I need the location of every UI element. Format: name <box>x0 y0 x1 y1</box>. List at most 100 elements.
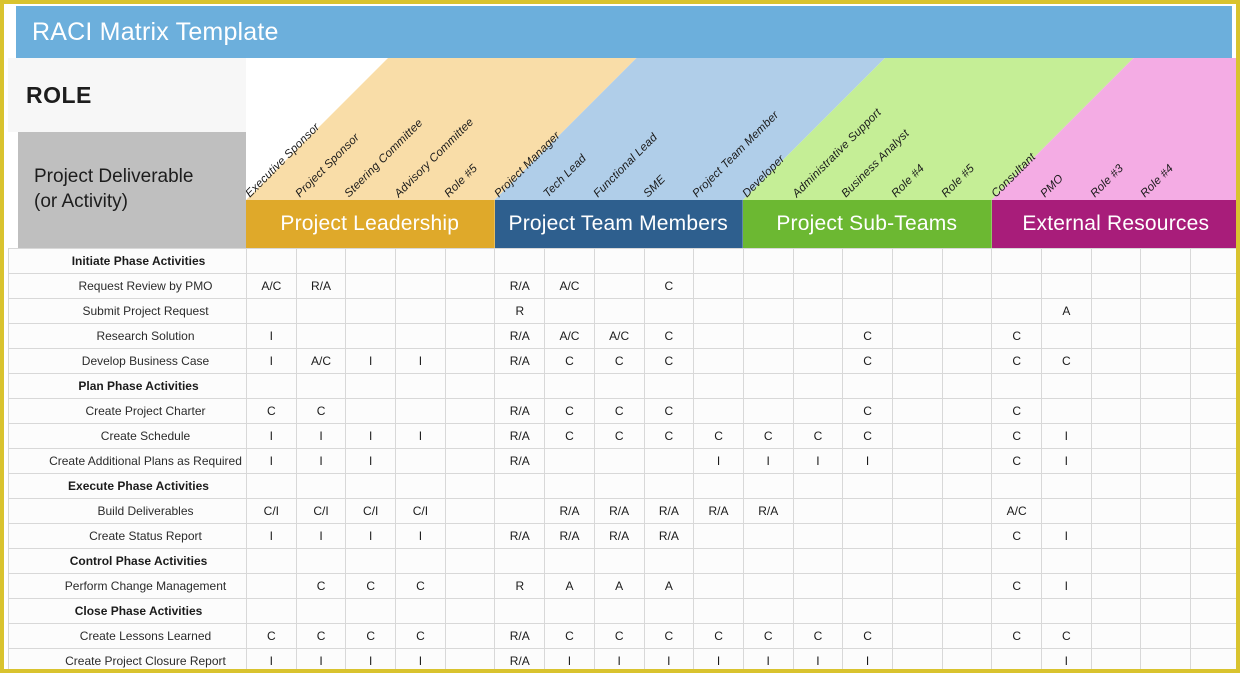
raci-cell[interactable] <box>444 548 496 574</box>
activity-label-cell[interactable]: Create Project Closure Report <box>8 648 247 669</box>
raci-cell[interactable] <box>1140 548 1192 574</box>
raci-cell[interactable] <box>1041 398 1092 424</box>
raci-cell[interactable]: C <box>345 573 397 599</box>
raci-cell[interactable]: I <box>395 523 446 549</box>
raci-cell[interactable]: C <box>1041 348 1092 374</box>
raci-cell[interactable]: C <box>593 623 645 649</box>
raci-cell[interactable] <box>444 398 496 424</box>
raci-cell[interactable]: R/A <box>494 523 546 549</box>
raci-cell[interactable] <box>941 348 993 374</box>
raci-cell[interactable] <box>345 298 397 324</box>
raci-cell[interactable]: C <box>295 623 347 649</box>
raci-cell[interactable] <box>1041 548 1092 574</box>
raci-cell[interactable] <box>345 398 397 424</box>
raci-cell[interactable] <box>345 323 397 349</box>
raci-cell[interactable]: C <box>395 573 446 599</box>
raci-cell[interactable] <box>444 323 496 349</box>
raci-cell[interactable]: C <box>842 398 893 424</box>
raci-cell[interactable]: C <box>991 398 1042 424</box>
raci-cell[interactable] <box>891 573 943 599</box>
raci-cell[interactable]: A/C <box>593 323 645 349</box>
raci-cell[interactable]: C <box>792 423 844 449</box>
raci-cell[interactable] <box>941 498 993 524</box>
activity-row[interactable]: Create Project Charter C C R/A C C C C C <box>8 398 1236 424</box>
raci-cell[interactable] <box>1190 623 1236 649</box>
raci-cell[interactable]: C/I <box>246 498 297 524</box>
raci-cell[interactable] <box>345 548 397 574</box>
raci-cell[interactable]: C <box>593 348 645 374</box>
raci-cell[interactable] <box>1140 423 1192 449</box>
raci-cell[interactable] <box>1041 473 1092 499</box>
raci-cell[interactable] <box>345 373 397 399</box>
raci-cell[interactable] <box>1090 498 1142 524</box>
raci-cell[interactable] <box>792 473 844 499</box>
raci-cell[interactable]: C <box>395 623 446 649</box>
raci-cell[interactable]: C <box>991 523 1042 549</box>
raci-cell[interactable] <box>1090 373 1142 399</box>
raci-cell[interactable] <box>693 273 744 299</box>
raci-cell[interactable]: I <box>1041 648 1092 669</box>
raci-cell[interactable] <box>742 473 794 499</box>
raci-cell[interactable] <box>643 548 695 574</box>
raci-cell[interactable] <box>1090 598 1142 624</box>
raci-cell[interactable] <box>345 248 397 274</box>
raci-cell[interactable] <box>891 548 943 574</box>
raci-cell[interactable]: R <box>494 298 546 324</box>
raci-cell[interactable] <box>444 623 496 649</box>
raci-cell[interactable] <box>693 373 744 399</box>
raci-cell[interactable] <box>941 298 993 324</box>
raci-cell[interactable] <box>1041 273 1092 299</box>
raci-cell[interactable]: A <box>544 573 595 599</box>
activity-row[interactable]: Create Schedule I I I I R/A C C C C C C C C I <box>8 423 1236 449</box>
raci-cell[interactable] <box>792 548 844 574</box>
raci-cell[interactable] <box>742 298 794 324</box>
raci-cell[interactable]: R/A <box>742 498 794 524</box>
raci-cell[interactable] <box>1140 648 1192 669</box>
raci-cell[interactable]: C <box>643 273 695 299</box>
raci-cell[interactable]: I <box>792 448 844 474</box>
raci-cell[interactable] <box>1041 498 1092 524</box>
raci-cell[interactable] <box>1140 623 1192 649</box>
raci-cell[interactable] <box>1090 248 1142 274</box>
activity-row[interactable]: Develop Business Case I A/C I I R/A C C C C C C <box>8 348 1236 374</box>
raci-cell[interactable]: I <box>593 648 645 669</box>
raci-cell[interactable] <box>1090 548 1142 574</box>
raci-cell[interactable]: I <box>1041 573 1092 599</box>
phase-label-cell[interactable]: Close Phase Activities <box>8 598 247 624</box>
raci-cell[interactable] <box>1090 348 1142 374</box>
raci-cell[interactable]: R <box>494 573 546 599</box>
raci-cell[interactable] <box>891 373 943 399</box>
raci-cell[interactable] <box>1140 323 1192 349</box>
raci-cell[interactable] <box>295 473 347 499</box>
raci-cell[interactable] <box>593 248 645 274</box>
activity-row[interactable]: Create Additional Plans as Required I I I R/… <box>8 448 1236 474</box>
raci-cell[interactable] <box>1041 248 1092 274</box>
raci-cell[interactable] <box>742 573 794 599</box>
raci-cell[interactable] <box>792 523 844 549</box>
activity-label-cell[interactable]: Create Additional Plans as Required <box>8 448 247 474</box>
raci-cell[interactable]: C <box>991 573 1042 599</box>
raci-cell[interactable] <box>991 373 1042 399</box>
raci-cell[interactable] <box>842 548 893 574</box>
raci-cell[interactable] <box>395 548 446 574</box>
raci-cell[interactable]: I <box>544 648 595 669</box>
raci-cell[interactable] <box>941 323 993 349</box>
raci-cell[interactable] <box>643 598 695 624</box>
raci-cell[interactable] <box>1041 373 1092 399</box>
raci-cell[interactable]: A <box>1041 298 1092 324</box>
raci-cell[interactable]: R/A <box>494 623 546 649</box>
raci-cell[interactable]: C <box>295 573 347 599</box>
raci-cell[interactable]: I <box>246 448 297 474</box>
raci-cell[interactable]: R/A <box>295 273 347 299</box>
raci-cell[interactable]: A <box>643 573 695 599</box>
raci-cell[interactable]: C <box>345 623 397 649</box>
raci-cell[interactable] <box>395 398 446 424</box>
raci-cell[interactable] <box>295 323 347 349</box>
raci-cell[interactable]: I <box>345 423 397 449</box>
raci-cell[interactable] <box>1090 523 1142 549</box>
raci-cell[interactable] <box>246 598 297 624</box>
raci-cell[interactable]: C <box>991 323 1042 349</box>
raci-cell[interactable] <box>693 548 744 574</box>
raci-cell[interactable] <box>941 423 993 449</box>
raci-cell[interactable] <box>991 273 1042 299</box>
